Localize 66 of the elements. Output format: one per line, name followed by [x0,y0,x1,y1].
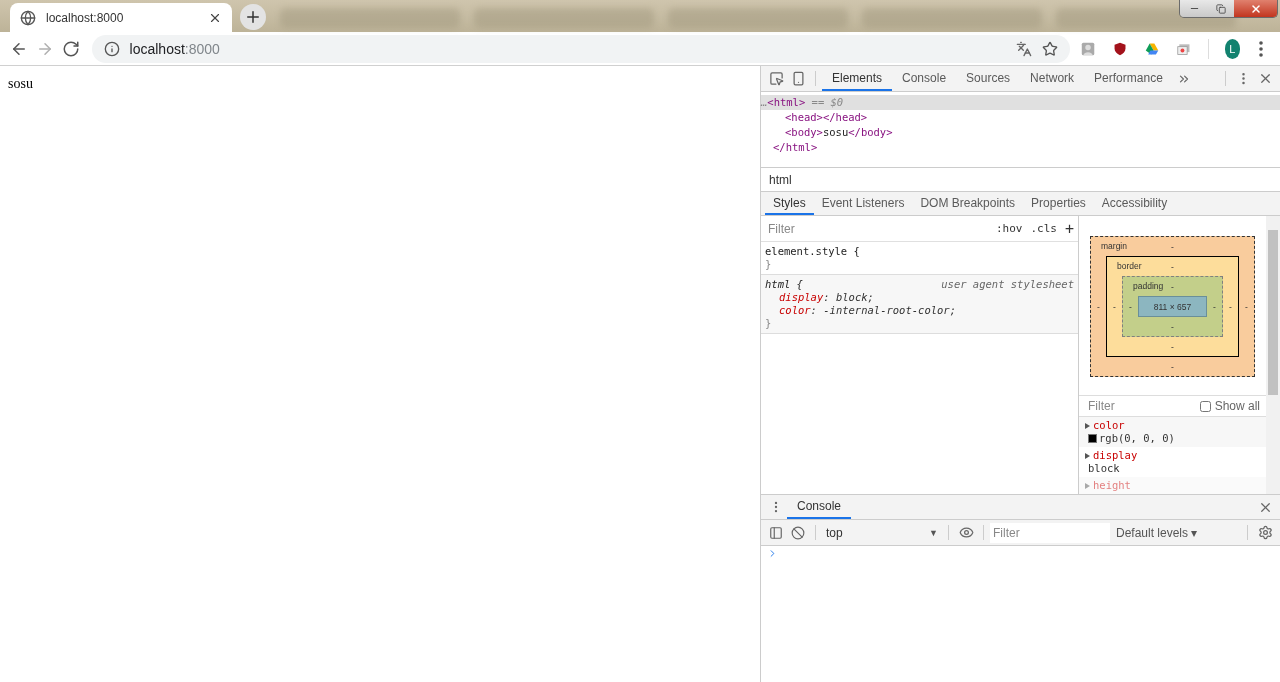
css-declaration: display: block; [778,291,875,304]
add-rule-button[interactable]: + [1064,219,1074,238]
devtools-tab[interactable]: Sources [956,66,1021,91]
computed-property[interactable]: color [1085,419,1260,432]
rule-source: user agent stylesheet [941,278,1074,291]
computed-value: block [1087,462,1121,475]
address-bar[interactable]: localhost:8000 [91,34,1070,63]
close-icon [1249,2,1262,15]
new-tab-button[interactable] [240,4,266,30]
box-value: - [1213,301,1216,312]
closing-brace: } [765,258,772,270]
devtools-tab[interactable]: Network [1020,66,1085,91]
bookmark-star-icon[interactable] [1041,40,1058,57]
scrollbar[interactable] [1266,216,1280,494]
dom-node[interactable]: </html> [761,140,1280,155]
close-window-button[interactable] [1234,0,1277,17]
css-declaration: color: -internal-root-color; [778,304,958,317]
restore-button[interactable] [1208,0,1234,17]
panel-tab[interactable]: Accessibility [1093,192,1176,215]
plus-icon [244,8,262,26]
cls-button[interactable]: .cls [1030,222,1057,235]
panel-tab[interactable]: Properties [1023,192,1094,215]
box-value: - [1171,281,1174,292]
box-value: - [1245,301,1248,312]
devtools-tab[interactable]: Console [892,66,957,91]
show-all-checkbox[interactable] [1199,400,1211,412]
checkbox-label: Show all [1214,399,1260,413]
content-box: 811 × 657 [1138,296,1207,317]
css-selector: html { [765,278,803,291]
levels-dropdown[interactable]: Default levels ▾ [1110,520,1204,545]
box-label: border [1117,261,1142,271]
box-label: padding [1133,281,1164,291]
page-text: sosu [8,76,33,91]
menu-icon [1259,40,1264,57]
dom-node[interactable]: <body>sosu</body> [761,125,1280,140]
hov-button[interactable]: :hov [995,222,1023,235]
dom-node[interactable]: <head></head> [761,110,1280,125]
context-select[interactable]: top ▼ [822,520,942,545]
panel-tab[interactable]: Styles [765,192,814,215]
box-value: - [1129,301,1132,312]
css-selector: element.style { [765,245,860,258]
panel-tab[interactable]: DOM Breakpoints [912,192,1024,215]
panel-tab[interactable]: Event Listeners [813,192,913,215]
box-value: - [1229,301,1232,312]
reload-icon [61,39,80,58]
dom-node[interactable]: …<html> == $0 [761,95,1280,110]
translate-icon[interactable] [1015,40,1032,57]
box-value: - [1171,241,1174,252]
profile-avatar[interactable]: L [1224,38,1241,59]
box-label: margin [1101,241,1127,251]
closing-brace: } [765,317,772,329]
box-value: - [1171,341,1174,352]
computed-value: rgb(0, 0, 0) [1085,432,1260,445]
devtools-tab[interactable]: Elements [822,66,893,91]
globe-icon [20,9,36,26]
box-value: - [1171,321,1174,332]
browser-tab[interactable]: localhost:8000 [10,3,232,32]
filter-field[interactable]: Filter [990,522,1110,543]
restore-icon [1216,3,1226,14]
box-value: - [1097,301,1100,312]
info-icon [103,40,120,57]
computed-property[interactable]: display [1085,449,1260,462]
box-value: - [1113,301,1116,312]
box-value: - [1171,261,1174,272]
devtools-tab[interactable]: Performance [1084,66,1173,91]
box-value: - [1171,361,1174,372]
